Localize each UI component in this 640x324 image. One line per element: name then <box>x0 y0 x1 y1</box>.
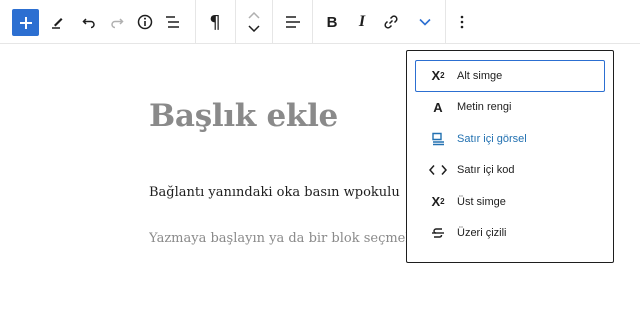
toolbar-divider <box>272 0 273 44</box>
move-block-buttons[interactable] <box>243 6 265 38</box>
superscript-icon: X2 <box>431 194 445 210</box>
menu-item-inline-code[interactable]: Satır içi kod <box>415 155 605 187</box>
strikethrough-icon <box>428 223 448 243</box>
add-block-button[interactable] <box>12 9 39 36</box>
italic-button[interactable]: I <box>350 6 374 38</box>
chevron-down-icon[interactable] <box>248 25 260 32</box>
link-icon <box>384 15 398 29</box>
chevron-up-icon[interactable] <box>248 12 260 19</box>
undo-button[interactable] <box>78 6 100 38</box>
block-type-button[interactable]: ¶ <box>202 6 228 38</box>
menu-item-inline-image[interactable]: Satır içi görsel <box>415 123 605 155</box>
menu-item-label: Alt simge <box>457 69 503 82</box>
details-button[interactable] <box>134 6 156 38</box>
code-icon <box>428 160 448 180</box>
toolbar-divider <box>445 0 446 44</box>
tools-button[interactable] <box>46 6 70 38</box>
paragraph-block[interactable]: Bağlantı yanındaki oka basın wpokulu <box>149 185 400 200</box>
menu-item-label: Üst simge <box>457 195 506 208</box>
menu-item-superscript[interactable]: X2 Üst simge <box>415 186 605 218</box>
menu-item-text-color[interactable]: A Metin rengi <box>415 92 605 124</box>
toolbar-divider <box>235 0 236 44</box>
list-view-icon <box>166 16 179 28</box>
menu-item-label: Satır içi görsel <box>457 132 527 145</box>
text-color-icon: A <box>433 99 443 115</box>
align-button[interactable] <box>281 6 305 38</box>
redo-button[interactable] <box>106 6 128 38</box>
menu-item-label: Satır içi kod <box>457 164 515 177</box>
plus-icon <box>19 16 32 29</box>
block-toolbar: ¶ B I <box>0 0 640 44</box>
post-title[interactable]: Başlık ekle <box>149 98 338 134</box>
info-icon <box>137 14 153 30</box>
link-button[interactable] <box>379 6 403 38</box>
options-button[interactable] <box>452 6 472 38</box>
block-placeholder[interactable]: Yazmaya başlayın ya da bir blok seçmek i… <box>149 231 409 246</box>
inline-image-icon <box>428 129 448 149</box>
align-left-icon <box>286 16 300 28</box>
more-rich-text-controls-button[interactable] <box>413 6 437 38</box>
toolbar-divider <box>195 0 196 44</box>
bold-button[interactable]: B <box>320 6 344 38</box>
pencil-icon <box>52 18 63 29</box>
redo-icon <box>111 18 124 29</box>
undo-icon <box>82 18 95 29</box>
chevron-down-icon <box>419 18 431 26</box>
more-vertical-icon <box>460 15 464 29</box>
menu-item-strikethrough[interactable]: Üzeri çizili <box>415 218 605 250</box>
list-view-button[interactable] <box>162 6 184 38</box>
subscript-icon: X2 <box>431 68 445 84</box>
menu-item-label: Metin rengi <box>457 101 512 114</box>
rich-text-dropdown-menu: X2 Alt simge A Metin rengi Satır içi gör… <box>406 50 614 263</box>
menu-item-label: Üzeri çizili <box>457 227 507 240</box>
toolbar-divider <box>312 0 313 44</box>
menu-item-subscript[interactable]: X2 Alt simge <box>415 60 605 92</box>
